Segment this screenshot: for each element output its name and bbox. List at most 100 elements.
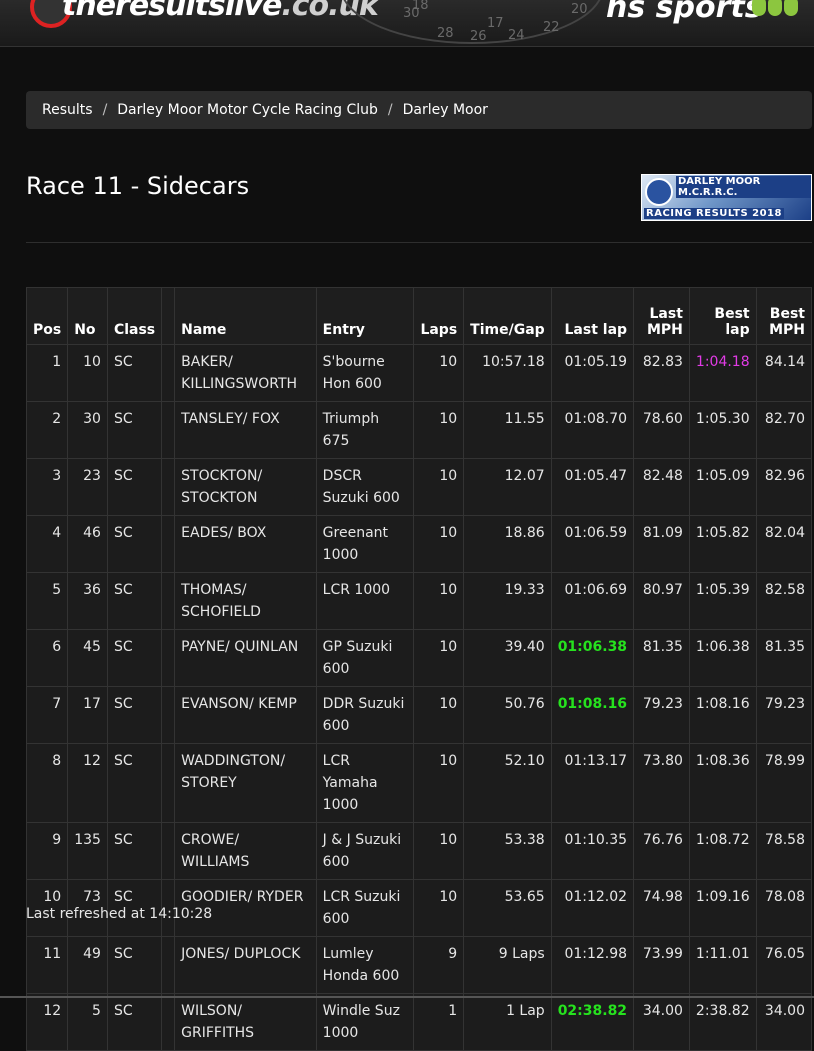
cell-blank xyxy=(161,743,176,823)
sponsor-dots-icon xyxy=(752,0,800,20)
cell-class: SC xyxy=(106,822,163,880)
table-row[interactable]: 9 135 SC CROWE/ WILLIAMS J & J Suzuki 600 10 5… xyxy=(25,822,813,880)
cell-laps: 10 xyxy=(413,879,465,937)
cell-last-mph: 82.83 xyxy=(633,344,690,402)
site-logo-text[interactable]: theresultslive.co.uk xyxy=(62,0,379,23)
club-badge: DARLEY MOOR M.C.R.R.C. RACING RESULTS 20… xyxy=(641,174,812,221)
cell-last-lap: 01:10.35 xyxy=(550,822,635,880)
cell-blank xyxy=(161,458,176,516)
table-header-row: Pos No Class Name Entry Laps Time/Gap La… xyxy=(25,287,813,345)
cell-pos: 2 xyxy=(25,401,69,459)
cell-blank xyxy=(161,822,176,880)
cell-last-mph: 79.23 xyxy=(633,686,690,744)
col-header-last-lap[interactable]: Last lap xyxy=(550,287,635,345)
cell-best-lap: 1:08.36 xyxy=(688,743,757,823)
cell-blank xyxy=(161,993,176,1051)
cell-laps: 9 xyxy=(413,936,465,994)
sponsor-logo[interactable]: hs sports xyxy=(606,0,763,25)
cell-best-lap: 1:08.16 xyxy=(688,686,757,744)
cell-best-lap: 1:08.72 xyxy=(688,822,757,880)
table-row[interactable]: 2 30 SC TANSLEY/ FOX Triumph 675 10 11.55 01:08… xyxy=(25,401,813,459)
cell-no: 30 xyxy=(67,401,108,459)
cell-pos: 6 xyxy=(25,629,69,687)
table-row[interactable]: 4 46 SC EADES/ BOX Greenant 1000 10 18.86 01:06… xyxy=(25,515,813,573)
cell-no: 12 xyxy=(67,743,108,823)
cell-class: SC xyxy=(106,572,163,630)
cell-time-gap: 18.86 xyxy=(463,515,552,573)
col-header-pos[interactable]: Pos xyxy=(25,287,69,345)
cell-best-mph: 84.14 xyxy=(755,344,813,402)
cell-no: 45 xyxy=(67,629,108,687)
dial-number: 24 xyxy=(508,28,525,43)
cell-best-mph: 78.08 xyxy=(755,879,813,937)
cell-time-gap: 10:57.18 xyxy=(463,344,552,402)
col-header-name[interactable]: Name xyxy=(174,287,317,345)
cell-last-lap: 02:38.82 xyxy=(550,993,635,1051)
breadcrumb-club[interactable]: Darley Moor Motor Cycle Racing Club xyxy=(117,102,378,118)
cell-pos: 3 xyxy=(25,458,69,516)
cell-class: SC xyxy=(106,743,163,823)
cell-name: EVANSON/ KEMP xyxy=(174,686,317,744)
cell-name: PAYNE/ QUINLAN xyxy=(174,629,317,687)
cell-pos: 12 xyxy=(25,993,69,1051)
breadcrumb-venue[interactable]: Darley Moor xyxy=(403,102,488,118)
cell-last-lap: 01:06.38 xyxy=(550,629,635,687)
cell-blank xyxy=(161,572,176,630)
cell-class: SC xyxy=(106,344,163,402)
table-row[interactable]: 3 23 SC STOCKTON/ STOCKTON DSCR Suzuki 600 10… xyxy=(25,458,813,516)
cell-time-gap: 11.55 xyxy=(463,401,552,459)
cell-class: SC xyxy=(106,629,163,687)
col-header-time-gap[interactable]: Time/Gap xyxy=(463,287,552,345)
cell-entry: DSCR Suzuki 600 xyxy=(315,458,415,516)
table-row[interactable]: 11 49 SC JONES/ DUPLOCK Lumley Honda 600 9 9 L… xyxy=(25,936,813,994)
table-row[interactable]: 12 5 SC WILSON/ GRIFFITHS Windle Suz 1000 1 1 … xyxy=(25,993,813,1051)
cell-no: 17 xyxy=(67,686,108,744)
cell-time-gap: 39.40 xyxy=(463,629,552,687)
cell-entry: LCR 1000 xyxy=(315,572,415,630)
cell-last-mph: 78.60 xyxy=(633,401,690,459)
table-row[interactable]: 1 10 SC BAKER/ KILLINGSWORTH S'bourne Hon 60… xyxy=(25,344,813,402)
cell-best-lap: 1:05.30 xyxy=(688,401,757,459)
cell-last-mph: 81.09 xyxy=(633,515,690,573)
table-row[interactable]: 8 12 SC WADDINGTON/ STOREY LCR Yamaha 1000 10… xyxy=(25,743,813,823)
cell-no: 5 xyxy=(67,993,108,1051)
col-header-best-lap[interactable]: Best lap xyxy=(688,287,757,345)
col-header-last-mph[interactable]: Last MPH xyxy=(633,287,690,345)
cell-name: EADES/ BOX xyxy=(174,515,317,573)
cell-best-mph: 82.04 xyxy=(755,515,813,573)
col-header-laps[interactable]: Laps xyxy=(413,287,465,345)
cell-pos: 7 xyxy=(25,686,69,744)
cell-time-gap: 1 Lap xyxy=(463,993,552,1051)
cell-best-mph: 82.58 xyxy=(755,572,813,630)
dial-number: 20 xyxy=(571,2,588,17)
breadcrumb-results[interactable]: Results xyxy=(42,102,93,118)
cell-last-lap: 01:13.17 xyxy=(550,743,635,823)
table-row[interactable]: 6 45 SC PAYNE/ QUINLAN GP Suzuki 600 10 39.40 0… xyxy=(25,629,813,687)
cell-last-mph: 73.80 xyxy=(633,743,690,823)
cell-class: SC xyxy=(106,993,163,1051)
col-header-entry[interactable]: Entry xyxy=(315,287,415,345)
cell-laps: 10 xyxy=(413,344,465,402)
cell-no: 135 xyxy=(67,822,108,880)
col-header-class[interactable]: Class xyxy=(106,287,163,345)
cell-laps: 10 xyxy=(413,401,465,459)
site-name: theresultslive xyxy=(62,0,282,23)
cell-name: WILSON/ GRIFFITHS xyxy=(174,993,317,1051)
cell-best-mph: 34.00 xyxy=(755,993,813,1051)
cell-entry: J & J Suzuki 600 xyxy=(315,822,415,880)
cell-best-mph: 79.23 xyxy=(755,686,813,744)
badge-line-1: DARLEY MOOR M.C.R.R.C. xyxy=(676,176,811,198)
cell-last-lap: 01:06.69 xyxy=(550,572,635,630)
col-header-blank xyxy=(161,287,176,345)
cell-last-lap: 01:05.19 xyxy=(550,344,635,402)
cell-last-lap: 01:12.98 xyxy=(550,936,635,994)
table-row[interactable]: 5 36 SC THOMAS/ SCHOFIELD LCR 1000 10 19.33 01:… xyxy=(25,572,813,630)
cell-last-mph: 82.48 xyxy=(633,458,690,516)
col-header-best-mph[interactable]: Best MPH xyxy=(755,287,813,345)
table-row[interactable]: 7 17 SC EVANSON/ KEMP DDR Suzuki 600 10 50.76 0… xyxy=(25,686,813,744)
last-refreshed: Last refreshed at 14:10:28 xyxy=(26,906,213,922)
site-header: theresultslive.co.uk 18 17 30 28 26 24 2… xyxy=(0,0,814,47)
cell-pos: 8 xyxy=(25,743,69,823)
cell-laps: 1 xyxy=(413,993,465,1051)
col-header-no[interactable]: No xyxy=(67,287,108,345)
